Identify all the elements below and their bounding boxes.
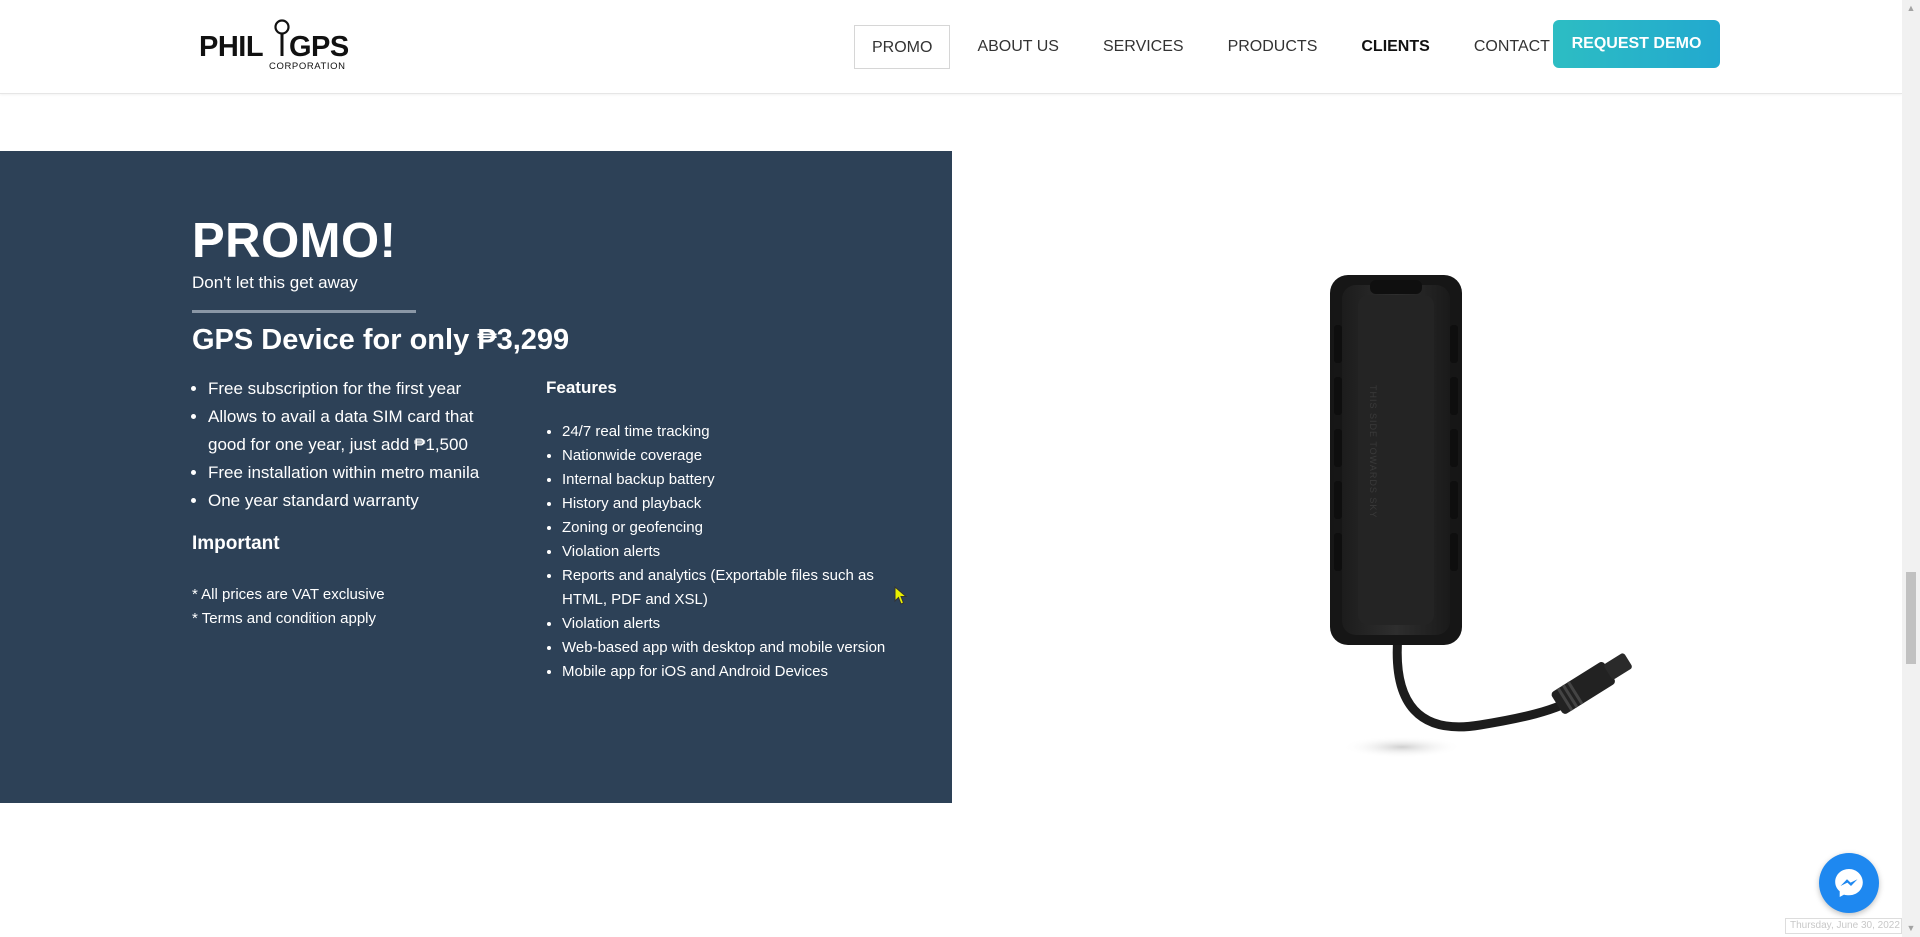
date-tag: Thursday, June 30, 2022 xyxy=(1785,918,1902,934)
scroll-up-arrow-icon[interactable]: ▲ xyxy=(1902,0,1920,17)
request-demo-button[interactable]: REQUEST DEMO xyxy=(1553,20,1720,68)
page-scrollbar[interactable]: ▲ ▼ xyxy=(1902,0,1920,937)
gps-device-image: THIS SIDE TOWARDS SKY xyxy=(1300,255,1660,775)
list-item: Free subscription for the first year xyxy=(208,375,512,403)
promo-subtitle: Don't let this get away xyxy=(192,273,358,292)
nav-about-us[interactable]: ABOUT US xyxy=(960,25,1076,69)
important-heading: Important xyxy=(192,533,280,554)
site-header: PHIL GPS CORPORATION PROMO ABOUT US SERV… xyxy=(0,0,1902,94)
list-item: Violation alerts xyxy=(562,612,886,636)
list-item: Internal backup battery xyxy=(562,468,886,492)
mouse-cursor-icon xyxy=(894,586,908,605)
note-line: * All prices are VAT exclusive xyxy=(192,586,385,603)
svg-text:CORPORATION: CORPORATION xyxy=(269,61,346,72)
list-item: Mobile app for iOS and Android Devices xyxy=(562,660,886,684)
svg-text:PHIL: PHIL xyxy=(199,31,263,63)
device-label: THIS SIDE TOWARDS SKY xyxy=(1368,385,1378,518)
nav-services[interactable]: SERVICES xyxy=(1086,25,1201,69)
features-heading: Features xyxy=(546,378,617,397)
notes: * All prices are VAT exclusive * Terms a… xyxy=(192,583,385,631)
list-item: Violation alerts xyxy=(562,540,886,564)
main-nav: PROMO ABOUT US SERVICES PRODUCTS CLIENTS… xyxy=(854,25,1603,69)
svg-text:GPS: GPS xyxy=(289,31,349,63)
promo-title: PROMO! xyxy=(192,214,397,268)
list-item: Web-based app with desktop and mobile ve… xyxy=(562,636,886,660)
list-item: Reports and analytics (Exportable files … xyxy=(562,564,886,612)
nav-promo[interactable]: PROMO xyxy=(854,25,951,69)
perks-list: Free subscription for the first year All… xyxy=(192,375,512,515)
scroll-down-arrow-icon[interactable]: ▼ xyxy=(1902,920,1920,937)
messenger-icon xyxy=(1835,869,1863,897)
list-item: History and playback xyxy=(562,492,886,516)
messenger-chat-button[interactable] xyxy=(1819,853,1879,913)
nav-clients[interactable]: CLIENTS xyxy=(1344,25,1446,69)
list-item: Allows to avail a data SIM card that goo… xyxy=(208,403,512,459)
list-item: Zoning or geofencing xyxy=(562,516,886,540)
scroll-thumb[interactable] xyxy=(1906,572,1916,664)
list-item: Free installation within metro manila xyxy=(208,459,512,487)
philgps-logo[interactable]: PHIL GPS CORPORATION xyxy=(199,18,369,72)
features-list: 24/7 real time tracking Nationwide cover… xyxy=(546,420,886,684)
list-item: One year standard warranty xyxy=(208,487,512,515)
divider xyxy=(192,310,416,313)
price-heading: GPS Device for only ₱3,299 xyxy=(192,324,570,356)
list-item: Nationwide coverage xyxy=(562,444,886,468)
note-line: * Terms and condition apply xyxy=(192,610,376,627)
nav-products[interactable]: PRODUCTS xyxy=(1211,25,1335,69)
promo-panel: PROMO! Don't let this get away GPS Devic… xyxy=(0,151,952,803)
list-item: 24/7 real time tracking xyxy=(562,420,886,444)
